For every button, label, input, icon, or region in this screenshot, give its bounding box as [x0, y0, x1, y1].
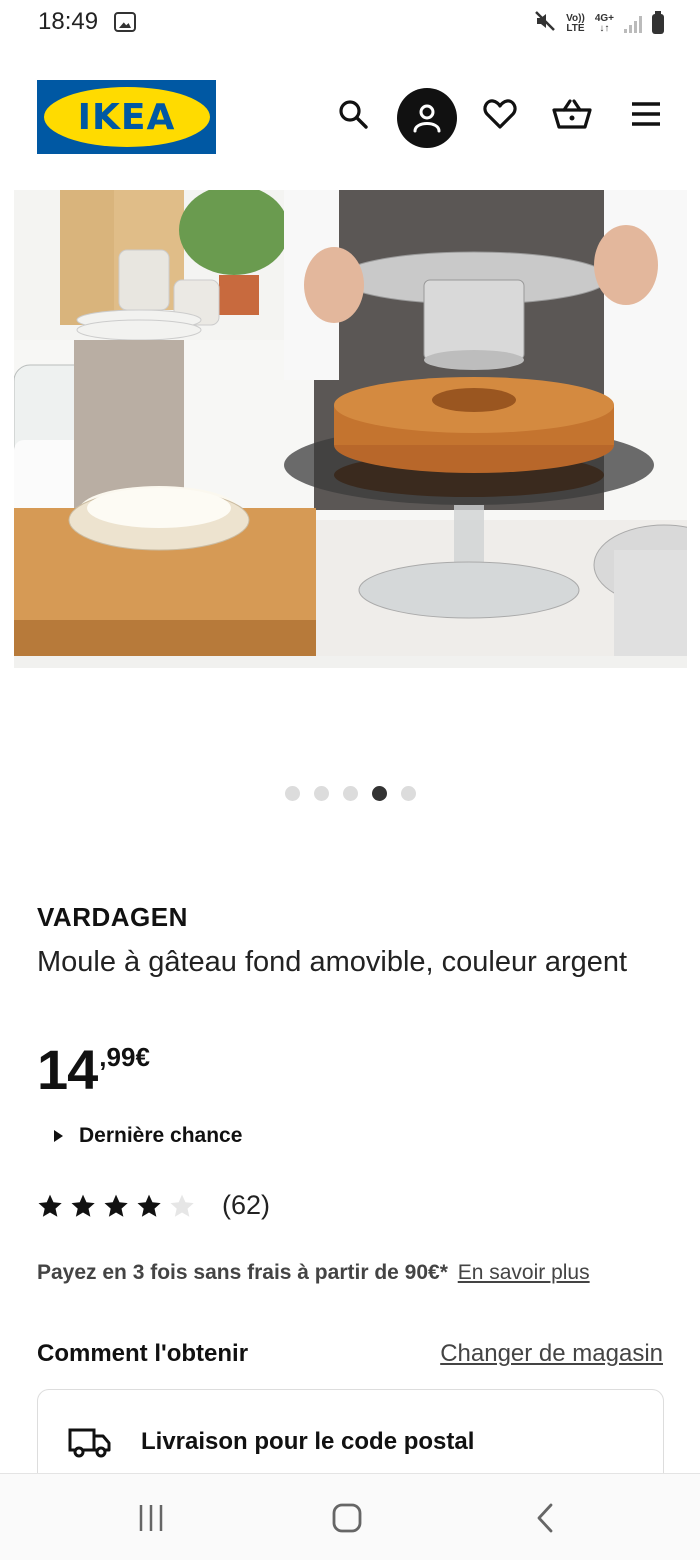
- expand-triangle-icon: [54, 1130, 63, 1142]
- product-description: Moule à gâteau fond amovible, couleur ar…: [37, 946, 628, 978]
- mute-icon: [534, 10, 556, 38]
- carousel-dot[interactable]: [400, 786, 416, 801]
- last-chance-label: Dernière chance: [79, 1124, 243, 1147]
- product-rating[interactable]: (62): [37, 1190, 270, 1221]
- recent-apps-icon[interactable]: [131, 1502, 171, 1534]
- star-empty-icon: [170, 1194, 194, 1217]
- delivery-text: Livraison pour le code postal: [141, 1428, 475, 1455]
- last-chance-badge[interactable]: Dernière chance: [54, 1124, 242, 1148]
- logo-oval: IKEA: [43, 87, 210, 147]
- product-price: 14 ,99€: [37, 1040, 150, 1100]
- logo-text: IKEA: [77, 96, 176, 138]
- star-filled-icon: [104, 1194, 128, 1217]
- site-header: IKEA: [0, 60, 700, 170]
- star-filled-icon: [137, 1194, 161, 1217]
- data-indicator: 4G+ ↓↑: [595, 14, 614, 34]
- carousel-dot[interactable]: [342, 786, 358, 801]
- volte-indicator: Vo)) LTE: [566, 14, 585, 34]
- payment-text: Payez en 3 fois sans frais à partir de 9…: [37, 1261, 448, 1284]
- back-icon[interactable]: [525, 1502, 565, 1534]
- system-nav-bar: [0, 1473, 700, 1560]
- search-icon[interactable]: [331, 92, 375, 136]
- carousel-dots: [0, 786, 700, 801]
- carousel-dot[interactable]: [284, 786, 300, 801]
- gallery-notification-icon: [114, 12, 136, 32]
- status-icons: Vo)) LTE 4G+ ↓↑: [534, 10, 664, 38]
- product-image[interactable]: [14, 190, 687, 668]
- status-bar: 18:49 Vo)) LTE 4G+ ↓↑: [0, 0, 700, 46]
- truck-icon: [68, 1428, 111, 1458]
- battery-icon: [652, 11, 664, 34]
- change-store-link[interactable]: Changer de magasin: [440, 1340, 663, 1368]
- price-decimal: ,99€: [99, 1042, 150, 1072]
- home-icon[interactable]: [327, 1502, 367, 1534]
- carousel-dot[interactable]: [313, 786, 329, 801]
- signal-icon: [624, 15, 642, 33]
- star-filled-icon: [38, 1194, 62, 1217]
- availability-title: Comment l'obtenir: [37, 1340, 249, 1367]
- product-name: VARDAGEN: [37, 902, 188, 932]
- star-filled-icon: [71, 1194, 95, 1217]
- ikea-logo[interactable]: IKEA: [37, 80, 216, 154]
- volte-bottom: LTE: [566, 23, 585, 34]
- status-time: 18:49: [38, 8, 99, 35]
- menu-icon[interactable]: [624, 92, 668, 136]
- account-icon[interactable]: [397, 88, 457, 148]
- carousel-dot-active[interactable]: [371, 786, 387, 801]
- cart-icon[interactable]: [550, 92, 594, 136]
- data-bottom: ↓↑: [599, 23, 610, 34]
- payment-info: Payez en 3 fois sans frais à partir de 9…: [37, 1261, 590, 1285]
- price-integer: 14: [37, 1038, 98, 1101]
- rating-count: (62): [222, 1190, 271, 1220]
- heart-icon[interactable]: [478, 92, 522, 136]
- learn-more-link[interactable]: En savoir plus: [458, 1261, 590, 1284]
